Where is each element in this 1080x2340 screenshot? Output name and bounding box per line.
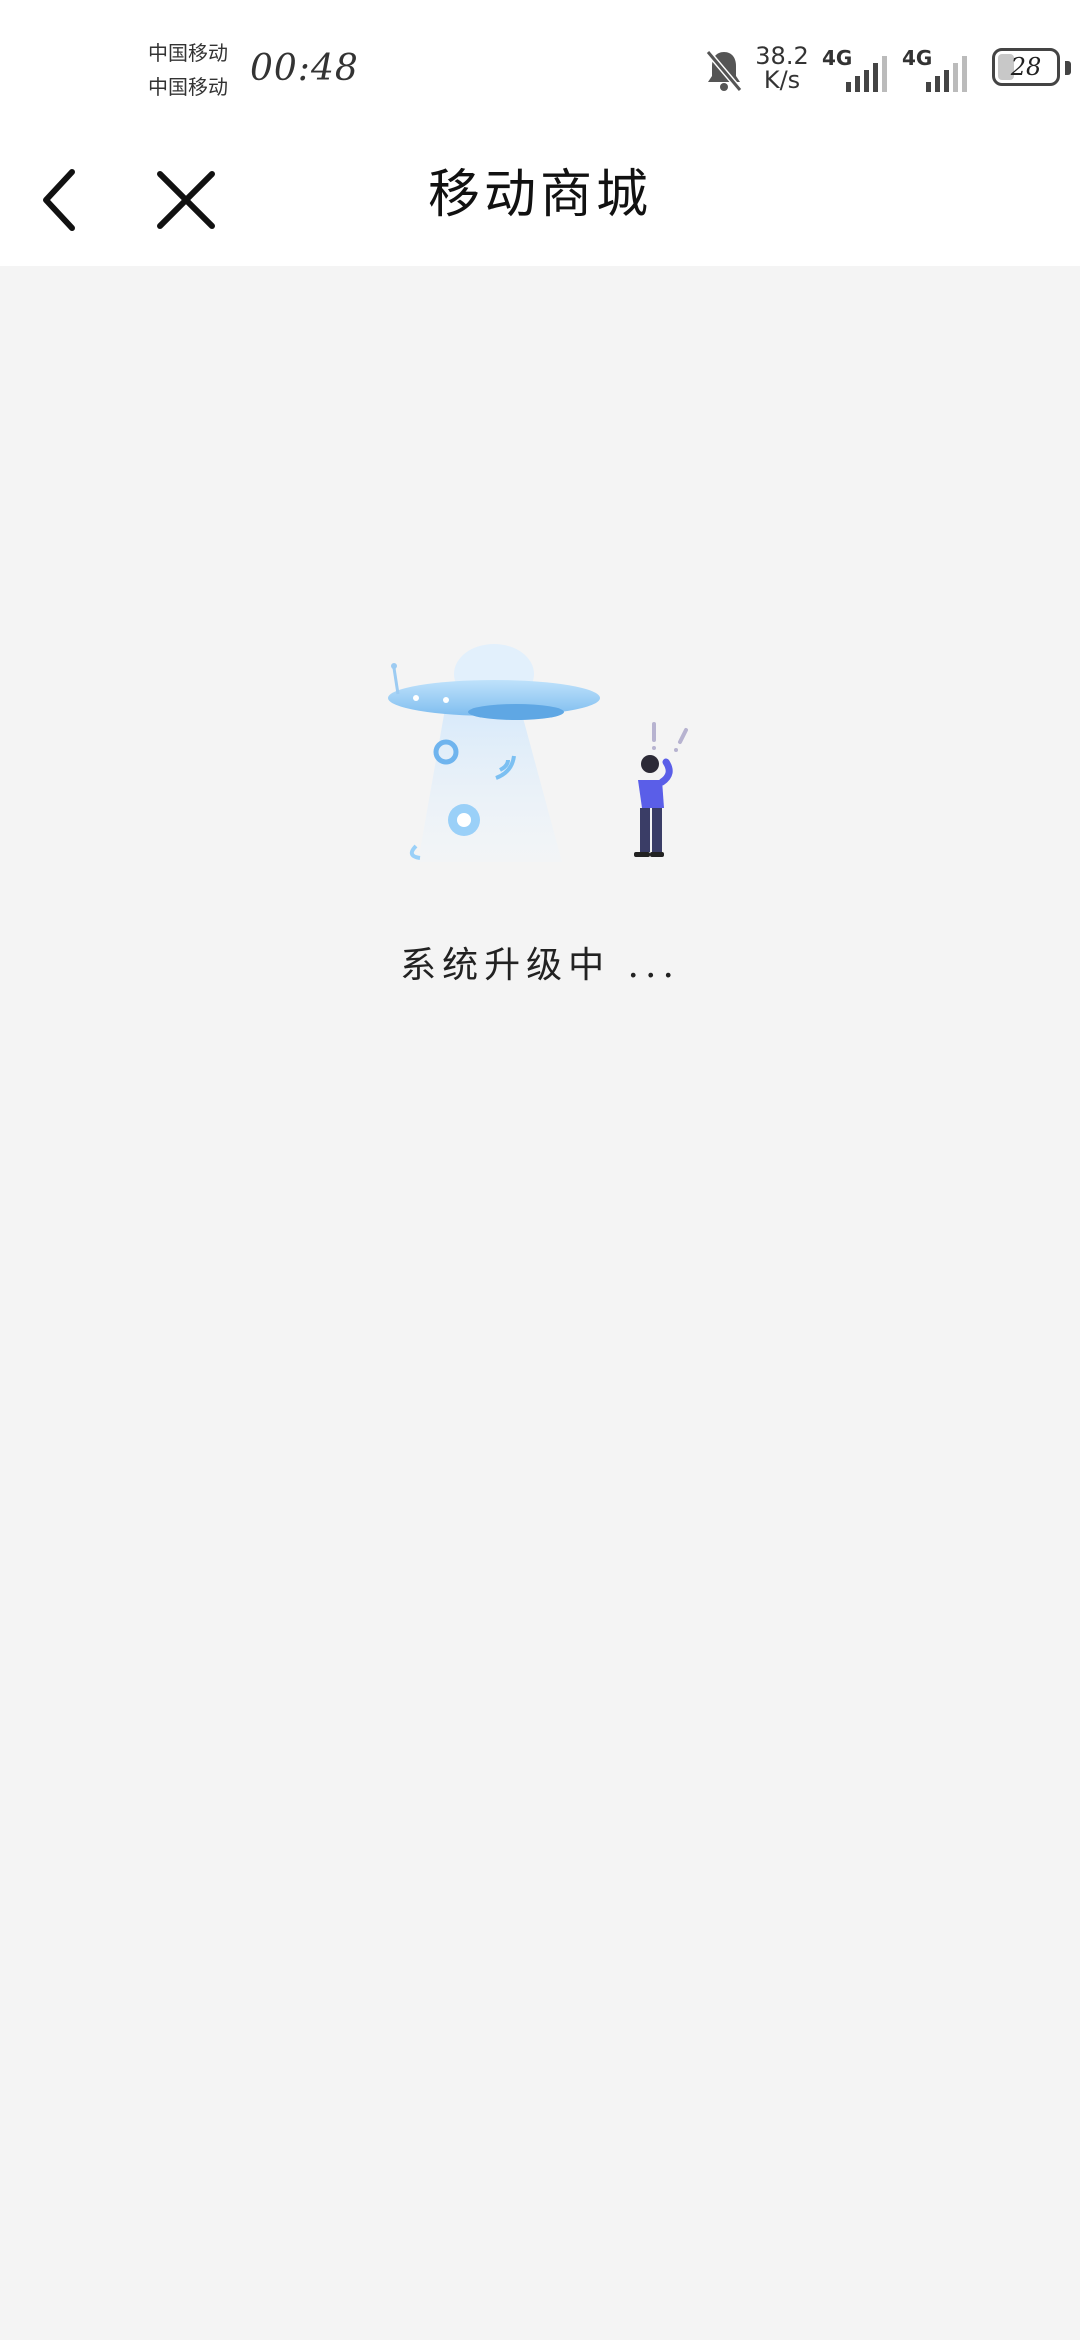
battery-icon: 28 (992, 48, 1060, 86)
signal-icon (926, 56, 967, 92)
network-speed: 38.2 K/s (752, 44, 812, 92)
bell-muted-icon (705, 50, 743, 92)
ufo-bottom (468, 704, 564, 720)
network-speed-unit: K/s (763, 66, 801, 94)
close-icon[interactable] (146, 160, 226, 240)
status-icons: 38.2 K/s 4G 4G 28 (680, 40, 1080, 100)
chevron-left-icon[interactable] (30, 160, 90, 240)
system-upgrade-message: 系统升级中 ... (400, 945, 680, 986)
signal-icon (846, 56, 887, 92)
clock: 00:48 (250, 48, 359, 89)
main-content: 系统升级中 ... (0, 266, 1080, 2340)
carrier-2: 中国移动 (148, 75, 228, 99)
battery-percent: 28 (1010, 53, 1042, 81)
carrier-1: 中国移动 (148, 41, 228, 65)
network-speed-value: 38.2 (755, 42, 809, 70)
battery-tip (1065, 61, 1071, 75)
navigation-bar: 移动商城 (0, 140, 1080, 266)
carrier-labels: 中国移动 中国移动 (148, 36, 228, 104)
signal-sim-1: 4G (822, 46, 892, 96)
status-bar: 中国移动 中国移动 00:48 38.2 K/s 4G 4G 28 (0, 0, 1080, 140)
ufo-illustration (388, 644, 688, 862)
person-figure (634, 755, 673, 857)
signal-sim-2: 4G (902, 46, 972, 96)
